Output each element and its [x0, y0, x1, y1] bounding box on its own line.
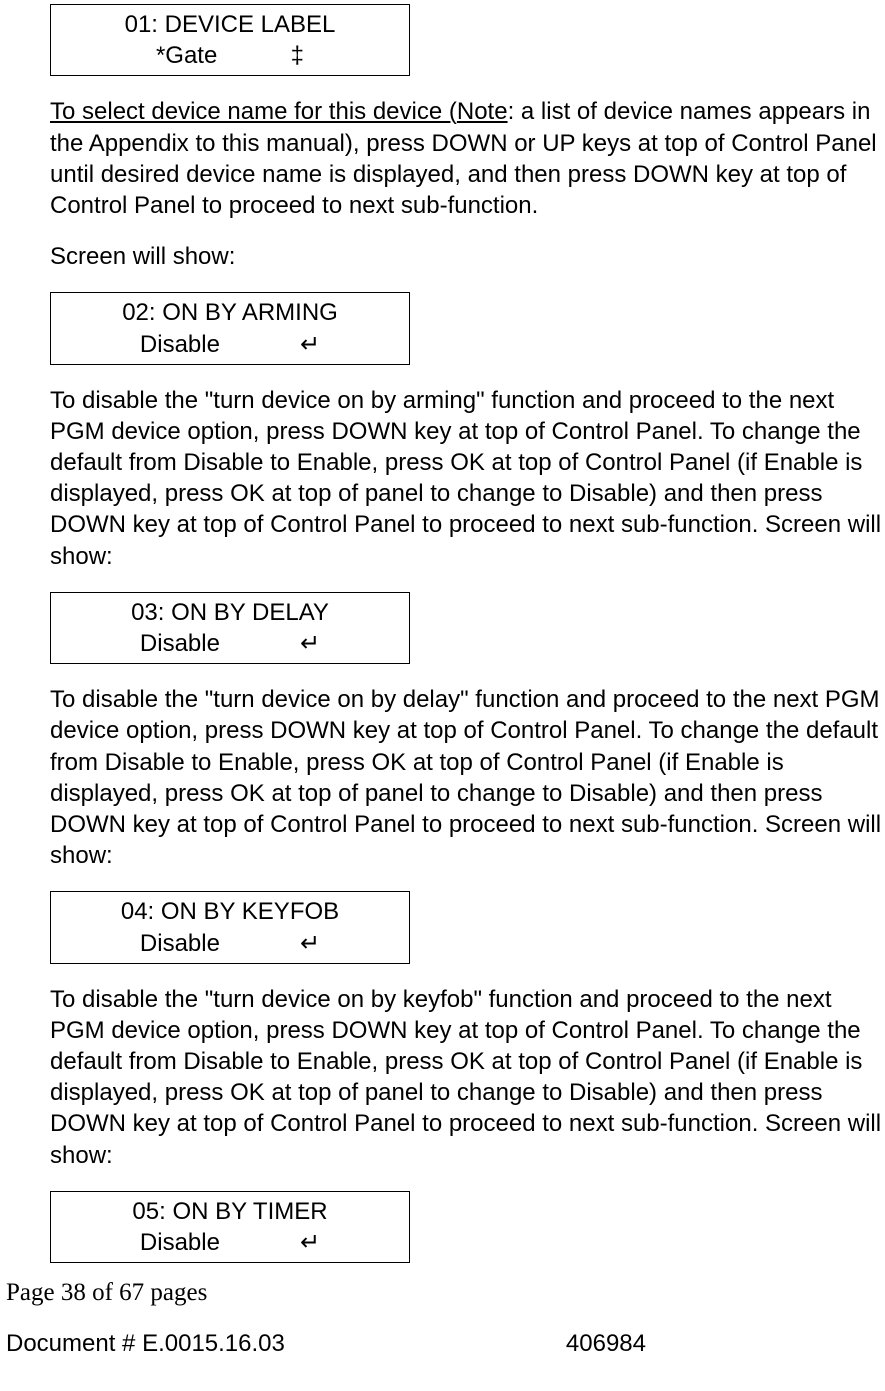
lcd-screen-2: 02: ON BY ARMING Disable ↵	[50, 292, 410, 364]
paragraph-on-by-keyfob: To disable the "turn device on by keyfob…	[50, 984, 885, 1171]
lcd-line1: 02: ON BY ARMING	[51, 297, 409, 328]
lcd-line2: Disable ↵	[51, 1227, 409, 1258]
lcd-line2: Disable ↵	[51, 628, 409, 659]
lcd-screen-5: 05: ON BY TIMER Disable ↵	[50, 1191, 410, 1263]
lcd-line1: 03: ON BY DELAY	[51, 597, 409, 628]
underline-text: To select device name for this device (	[50, 98, 457, 125]
paragraph-select-device: To select device name for this device (N…	[50, 96, 885, 221]
paragraph-on-by-delay: To disable the "turn device on by delay"…	[50, 684, 885, 871]
lcd-line2: Disable ↵	[51, 928, 409, 959]
lcd-line2: *Gate ‡	[51, 40, 409, 71]
lcd-line1: 05: ON BY TIMER	[51, 1196, 409, 1227]
document-number: Document # E.0015.16.03	[6, 1328, 285, 1359]
page-number: Page 38 of 67 pages	[6, 1277, 885, 1310]
lcd-screen-1: 01: DEVICE LABEL *Gate ‡	[50, 4, 410, 76]
lcd-line1: 04: ON BY KEYFOB	[51, 896, 409, 927]
lcd-line1: 01: DEVICE LABEL	[51, 9, 409, 40]
lcd-line2: Disable ↵	[51, 329, 409, 360]
screen-will-show-1: Screen will show:	[50, 241, 885, 272]
lcd-screen-4: 04: ON BY KEYFOB Disable ↵	[50, 891, 410, 963]
lcd-screen-3: 03: ON BY DELAY Disable ↵	[50, 592, 410, 664]
paragraph-on-by-arming: To disable the "turn device on by arming…	[50, 385, 885, 572]
document-code: 406984	[566, 1328, 646, 1359]
note-label: Note	[457, 98, 508, 125]
